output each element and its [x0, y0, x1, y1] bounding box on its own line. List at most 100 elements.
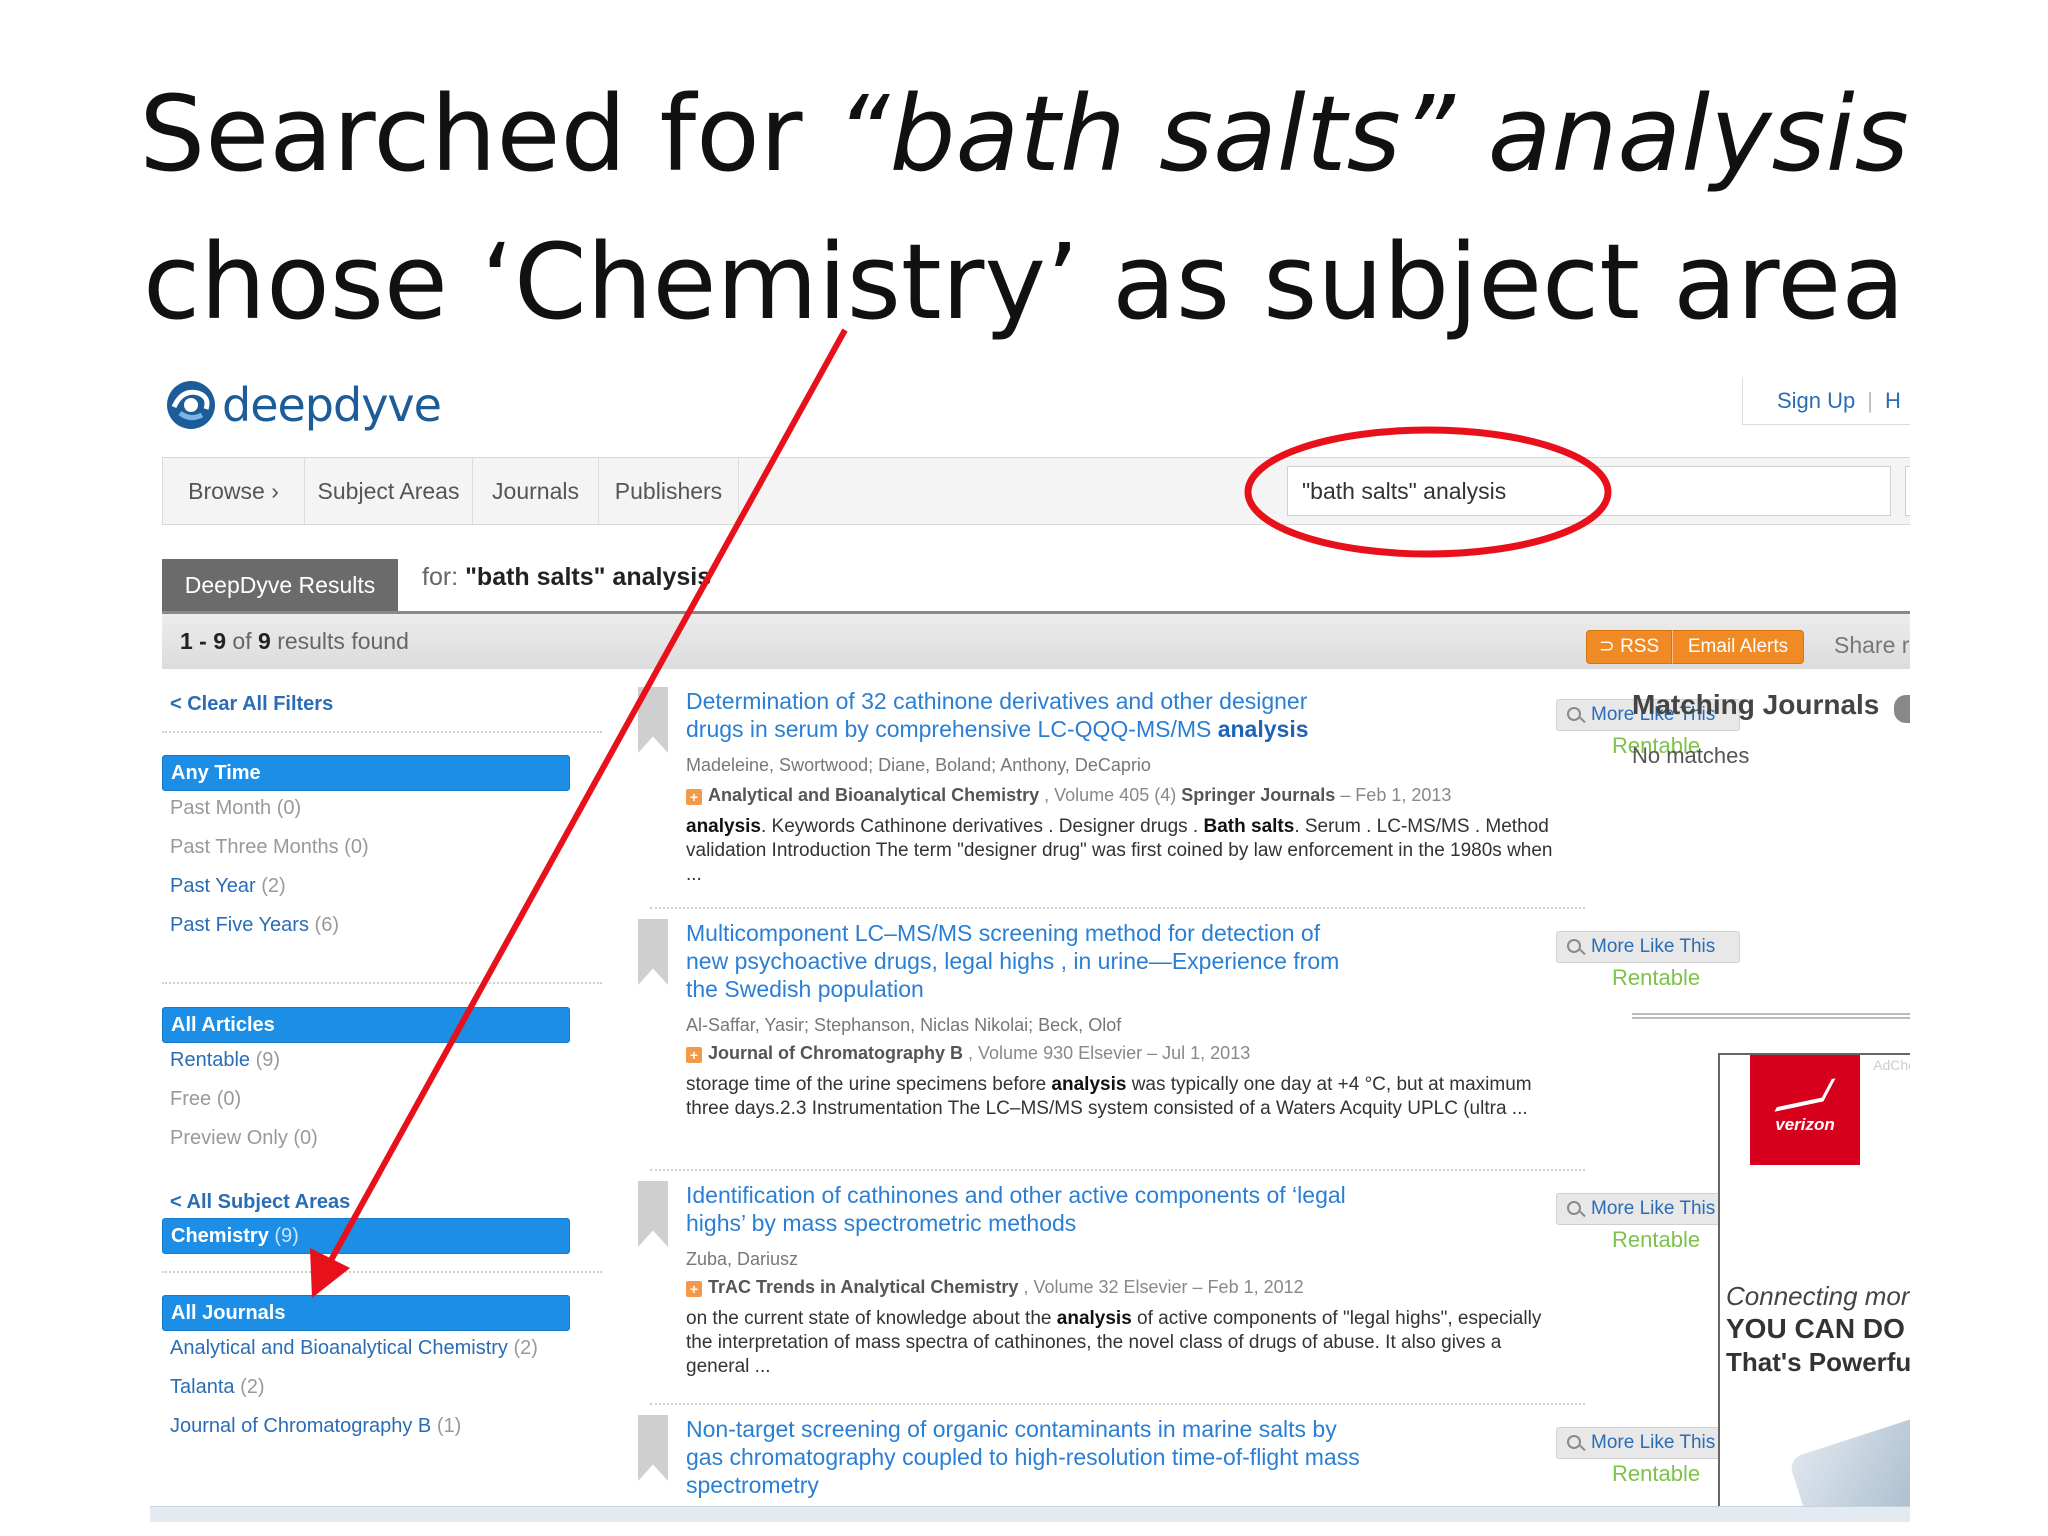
- all-subject-areas-link[interactable]: < All Subject Areas: [170, 1191, 350, 1214]
- bookmark-icon[interactable]: [638, 1415, 668, 1481]
- snippet-highlight: analysis: [686, 816, 761, 837]
- result-divider: [650, 907, 1585, 909]
- sign-up-link[interactable]: Sign Up: [1777, 388, 1855, 414]
- share-results[interactable]: Share re: [1834, 632, 1910, 659]
- filter-label: Preview Only: [170, 1127, 288, 1149]
- journal-name[interactable]: Analytical and Bioanalytical Chemistry: [708, 785, 1039, 805]
- rentable-link[interactable]: Rentable: [1612, 965, 1700, 991]
- rentable-link[interactable]: Rentable: [1612, 1227, 1700, 1253]
- snippet-text: on the current state of knowledge about …: [686, 1308, 1052, 1329]
- result-title[interactable]: Multicomponent LC–MS/MS screening method…: [686, 919, 1366, 1003]
- filter-count: (2): [261, 875, 286, 897]
- result-snippet: storage time of the urine specimens befo…: [686, 1073, 1566, 1121]
- filter-label: Analytical and Bioanalytical Chemistry: [170, 1337, 508, 1359]
- nav-subject-areas[interactable]: Subject Areas: [305, 458, 473, 524]
- filter-count: (0): [293, 1127, 318, 1149]
- result-title[interactable]: Identification of cathinones and other a…: [686, 1181, 1366, 1237]
- filter-label: Past Month: [170, 797, 272, 819]
- filter-past-three-months[interactable]: Past Three Months (0): [170, 836, 369, 859]
- deepdyve-results-tab[interactable]: DeepDyve Results: [162, 559, 398, 611]
- journal-name[interactable]: TrAC Trends in Analytical Chemistry: [708, 1277, 1018, 1297]
- filter-count: (1): [436, 1415, 462, 1437]
- slide-title: Searched for “bath salts” analysis chose…: [0, 60, 2048, 356]
- journal-publisher: Springer Journals: [1181, 785, 1336, 805]
- phone-image: [1787, 1415, 1910, 1511]
- ad-choices-label[interactable]: AdCho: [1873, 1057, 1910, 1073]
- title-query: “bath salts” analysis: [835, 73, 1909, 195]
- result-item: Multicomponent LC–MS/MS screening method…: [638, 919, 1740, 1159]
- result-title[interactable]: Non-target screening of organic contamin…: [686, 1415, 1366, 1499]
- bookmark-icon[interactable]: [638, 1181, 668, 1247]
- screenshot-bottom-edge: [150, 1506, 1910, 1522]
- filter-chemistry[interactable]: Chemistry (9): [162, 1218, 570, 1254]
- matching-journals-empty: No matches: [1632, 743, 1750, 768]
- filter-count: (0): [216, 1088, 242, 1110]
- deepdyve-logo[interactable]: deepdyve: [162, 377, 442, 433]
- rss-icon: ⊃: [1598, 636, 1621, 657]
- filter-any-time[interactable]: Any Time: [162, 755, 570, 791]
- filter-count: (0): [276, 797, 302, 819]
- logo-text: deepdyve: [222, 378, 442, 432]
- results-count-bar: 1 - 9 of 9 results found ⊃ RSS Email Ale…: [162, 611, 1910, 669]
- search-icon: [1567, 939, 1581, 953]
- email-alerts-button[interactable]: Email Alerts: [1672, 630, 1804, 664]
- result-title-text: Determination of 32 cathinone derivative…: [686, 688, 1308, 742]
- snippet-highlight: analysis: [1056, 1308, 1132, 1329]
- journal-icon: +: [686, 1281, 702, 1297]
- journal-date: – Jul 1, 2013: [1147, 1043, 1251, 1063]
- clear-all-filters-link[interactable]: < Clear All Filters: [170, 693, 333, 716]
- bookmark-icon[interactable]: [638, 687, 668, 753]
- snippet-text: storage time of the urine specimens befo…: [686, 1074, 1047, 1095]
- help-link[interactable]: H: [1885, 388, 1901, 414]
- bookmark-icon[interactable]: [638, 919, 668, 985]
- results-for-label: for:: [422, 563, 459, 591]
- filter-past-five-years[interactable]: Past Five Years (6): [170, 914, 339, 937]
- rss-button[interactable]: ⊃ RSS: [1586, 630, 1672, 664]
- count-range: 1 - 9: [180, 628, 227, 654]
- checkmark-icon: [1774, 1078, 1836, 1112]
- journal-name[interactable]: Journal of Chromatography B: [708, 1043, 963, 1063]
- ad-tagline-3: That's Powerful.: [1726, 1347, 1910, 1377]
- filter-journal-anal-bioanal-chem[interactable]: Analytical and Bioanalytical Chemistry (…: [170, 1337, 538, 1360]
- result-authors: Zuba, Dariusz: [686, 1249, 799, 1269]
- result-item: Identification of cathinones and other a…: [638, 1181, 1740, 1401]
- filter-preview-only[interactable]: Preview Only (0): [170, 1127, 318, 1150]
- result-authors: Al-Saffar, Yasir; Stephanson, Niclas Nik…: [686, 1015, 1122, 1035]
- filter-all-journals[interactable]: All Journals: [162, 1295, 570, 1331]
- verizon-advertisement[interactable]: AdCho verizon Connecting more YOU CAN DO…: [1718, 1053, 1910, 1513]
- nav-publishers[interactable]: Publishers: [599, 458, 739, 524]
- nav-journals[interactable]: Journals: [473, 458, 599, 524]
- filter-journal-talanta[interactable]: Talanta (2): [170, 1376, 265, 1399]
- matching-journals-heading: Matching Journals: [1632, 689, 1880, 720]
- result-title[interactable]: Determination of 32 cathinone derivative…: [686, 687, 1366, 743]
- search-icon: [1567, 1435, 1581, 1449]
- sidebar-divider: [162, 982, 602, 984]
- search-icon: [1567, 1201, 1581, 1215]
- nav-browse[interactable]: Browse ›: [163, 458, 305, 524]
- deepdyve-screenshot: deepdyve Sign Up | H Browse › Subject Ar…: [150, 377, 1910, 1522]
- search-input[interactable]: "bath salts" analysis: [1287, 466, 1891, 516]
- filter-past-year[interactable]: Past Year (2): [170, 875, 286, 898]
- result-item: Determination of 32 cathinone derivative…: [638, 687, 1740, 897]
- search-icon: [1567, 707, 1581, 721]
- ad-brand: verizon: [1775, 1115, 1835, 1134]
- matching-journals-count-badge: [1894, 695, 1910, 723]
- more-like-this-label: More Like This: [1591, 1198, 1716, 1219]
- result-journal: + Journal of Chromatography B , Volume 93…: [686, 1043, 1250, 1064]
- more-like-this-button[interactable]: More Like This: [1556, 1193, 1740, 1225]
- filter-past-month[interactable]: Past Month (0): [170, 797, 301, 820]
- top-links: Sign Up | H: [1742, 377, 1910, 425]
- verizon-logo: verizon: [1750, 1055, 1860, 1165]
- more-like-this-button[interactable]: More Like This: [1556, 931, 1740, 963]
- top-links-divider: |: [1867, 387, 1873, 413]
- main-navbar: Browse › Subject Areas Journals Publishe…: [162, 457, 1910, 525]
- filter-label: Talanta: [170, 1376, 235, 1398]
- filter-all-articles[interactable]: All Articles: [162, 1007, 570, 1043]
- more-like-this-button[interactable]: More Like This: [1556, 1427, 1740, 1459]
- search-button[interactable]: [1905, 466, 1910, 516]
- filter-free[interactable]: Free (0): [170, 1088, 241, 1111]
- filter-label: Chemistry: [171, 1225, 269, 1247]
- filter-journal-chromatography-b[interactable]: Journal of Chromatography B (1): [170, 1415, 461, 1438]
- rentable-link[interactable]: Rentable: [1612, 1461, 1700, 1487]
- filter-rentable[interactable]: Rentable (9): [170, 1049, 280, 1072]
